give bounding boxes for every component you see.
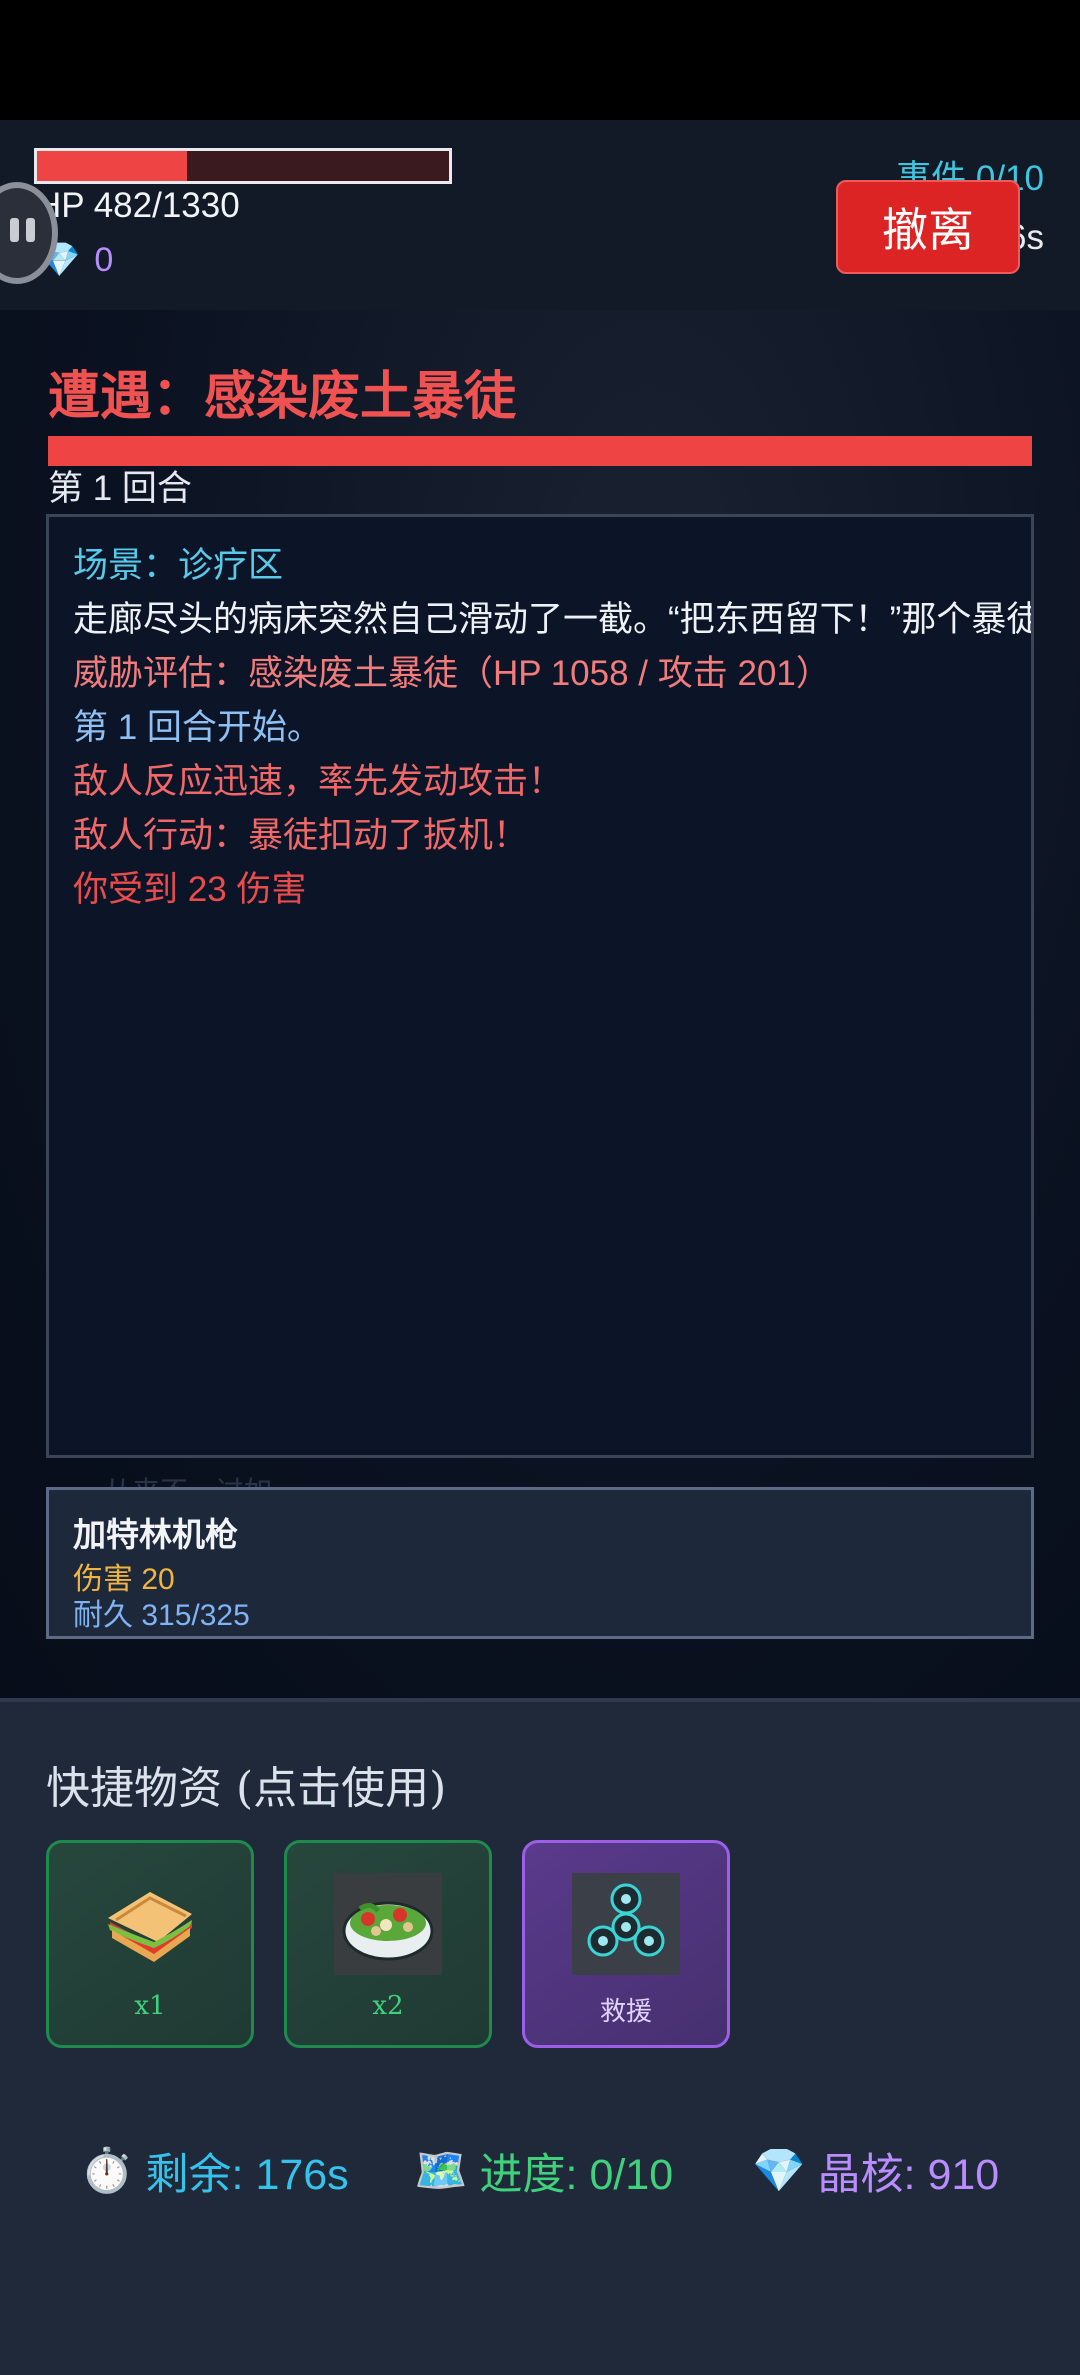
quick-item-salad[interactable]: x2 [284, 1840, 492, 2048]
remaining-text: 剩余: 176s [145, 2151, 349, 2199]
log-line: 第 1 回合开始。 [73, 708, 322, 747]
quick-items-title: 快捷物资 (点击使用) [46, 1763, 447, 1814]
log-line: 走廊尽头的病床突然自己滑动了一截。“把东西留下！”那个暴徒著 [73, 600, 1034, 639]
crystal-count: 💎 晶核: 910 [752, 2140, 999, 2202]
log-line: 敌人反应迅速，率先发动攻击！ [73, 762, 564, 801]
progress: 🗺️ 进度: 0/10 [414, 2140, 673, 2202]
log-line: 敌人行动：暴徒扣动了扳机！ [73, 816, 529, 855]
log-line: 威胁评估：感染废土暴徒（HP 1058 / 攻击 201） [73, 654, 831, 693]
crystal-text: 晶核: 910 [817, 2151, 1000, 2199]
system-status-bar [0, 0, 1080, 120]
enemy-hp-bar [48, 436, 1032, 466]
fidget-spinner-icon [572, 1873, 680, 1975]
log-line: 你受到 23 伤害 [73, 870, 307, 909]
stopwatch-icon: ⏱️ [80, 2147, 134, 2195]
stats-bar: ⏱️ 剩余: 176s 🗺️ 进度: 0/10 💎 晶核: 910 [0, 2140, 1080, 2200]
sandwich-icon [96, 1873, 204, 1975]
quick-item-count: x2 [372, 1991, 404, 2021]
gem-count: 0 [94, 241, 114, 279]
battle-log[interactable]: 场景：诊疗区 走廊尽头的病床突然自己滑动了一截。“把东西留下！”那个暴徒著 威胁… [46, 514, 1034, 1458]
map-icon: 🗺️ [414, 2147, 468, 2195]
evacuate-button[interactable]: 撤离 [836, 180, 1020, 274]
progress-text: 进度: 0/10 [479, 2151, 674, 2199]
divider [0, 1698, 1080, 1702]
pause-icon-bar [26, 218, 35, 242]
quick-item-count: x1 [134, 1991, 166, 2021]
quick-item-sandwich[interactable]: x1 [46, 1840, 254, 2048]
player-hp-text: HP 482/1330 [36, 186, 240, 225]
round-label: 第 1 回合 [48, 469, 192, 508]
remaining-time: ⏱️ 剩余: 176s [80, 2140, 349, 2202]
quick-item-rescue[interactable]: 救援 [522, 1840, 730, 2048]
weapon-card[interactable]: 加特林机枪 伤害 20 耐久 315/325 [46, 1487, 1034, 1639]
gem-icon: 💎 [752, 2147, 806, 2195]
quick-item-label: 救援 [599, 1997, 652, 2027]
log-line: 场景：诊疗区 [73, 546, 284, 585]
player-hp-bar [34, 148, 452, 184]
weapon-name: 加特林机枪 [73, 1516, 238, 1553]
player-hp-fill [37, 151, 187, 181]
salad-icon [334, 1873, 442, 1975]
weapon-durability: 耐久 315/325 [73, 1599, 250, 1632]
pause-icon-bar [10, 218, 19, 242]
encounter-title: 遭遇：感染废土暴徒 [48, 368, 517, 426]
